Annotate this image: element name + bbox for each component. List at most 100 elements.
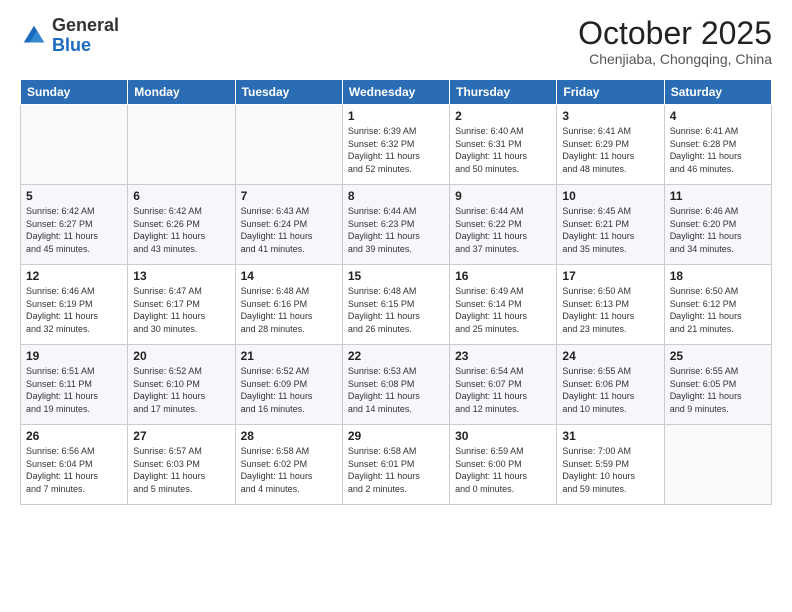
calendar-day-header: Monday bbox=[128, 80, 235, 105]
day-info: Sunrise: 6:41 AMSunset: 6:29 PMDaylight:… bbox=[562, 125, 658, 175]
logo-text: General Blue bbox=[52, 16, 119, 56]
calendar-day-header: Wednesday bbox=[342, 80, 449, 105]
calendar-cell: 7 Sunrise: 6:43 AMSunset: 6:24 PMDaylight… bbox=[235, 185, 342, 265]
logo-general: General bbox=[52, 16, 119, 36]
day-number: 27 bbox=[133, 429, 229, 443]
day-info: Sunrise: 6:44 AMSunset: 6:22 PMDaylight:… bbox=[455, 205, 551, 255]
day-info: Sunrise: 6:53 AMSunset: 6:08 PMDaylight:… bbox=[348, 365, 444, 415]
day-info: Sunrise: 6:52 AMSunset: 6:10 PMDaylight:… bbox=[133, 365, 229, 415]
calendar-cell: 29 Sunrise: 6:58 AMSunset: 6:01 PMDayligh… bbox=[342, 425, 449, 505]
day-info: Sunrise: 6:46 AMSunset: 6:19 PMDaylight:… bbox=[26, 285, 122, 335]
calendar-cell: 21 Sunrise: 6:52 AMSunset: 6:09 PMDayligh… bbox=[235, 345, 342, 425]
calendar-cell bbox=[664, 425, 771, 505]
day-number: 11 bbox=[670, 189, 766, 203]
calendar-week-row: 12 Sunrise: 6:46 AMSunset: 6:19 PMDayligh… bbox=[21, 265, 772, 345]
calendar-cell: 5 Sunrise: 6:42 AMSunset: 6:27 PMDaylight… bbox=[21, 185, 128, 265]
calendar-cell bbox=[235, 105, 342, 185]
calendar-cell: 10 Sunrise: 6:45 AMSunset: 6:21 PMDayligh… bbox=[557, 185, 664, 265]
calendar-header-row: SundayMondayTuesdayWednesdayThursdayFrid… bbox=[21, 80, 772, 105]
day-info: Sunrise: 6:50 AMSunset: 6:12 PMDaylight:… bbox=[670, 285, 766, 335]
day-number: 9 bbox=[455, 189, 551, 203]
day-info: Sunrise: 6:43 AMSunset: 6:24 PMDaylight:… bbox=[241, 205, 337, 255]
day-number: 6 bbox=[133, 189, 229, 203]
header: General Blue October 2025 Chenjiaba, Cho… bbox=[20, 16, 772, 67]
day-info: Sunrise: 6:57 AMSunset: 6:03 PMDaylight:… bbox=[133, 445, 229, 495]
calendar-day-header: Thursday bbox=[450, 80, 557, 105]
day-number: 2 bbox=[455, 109, 551, 123]
calendar-day-header: Saturday bbox=[664, 80, 771, 105]
day-info: Sunrise: 6:58 AMSunset: 6:01 PMDaylight:… bbox=[348, 445, 444, 495]
day-number: 18 bbox=[670, 269, 766, 283]
day-number: 24 bbox=[562, 349, 658, 363]
day-info: Sunrise: 6:50 AMSunset: 6:13 PMDaylight:… bbox=[562, 285, 658, 335]
day-info: Sunrise: 7:00 AMSunset: 5:59 PMDaylight:… bbox=[562, 445, 658, 495]
day-info: Sunrise: 6:59 AMSunset: 6:00 PMDaylight:… bbox=[455, 445, 551, 495]
day-number: 4 bbox=[670, 109, 766, 123]
day-info: Sunrise: 6:42 AMSunset: 6:27 PMDaylight:… bbox=[26, 205, 122, 255]
day-info: Sunrise: 6:55 AMSunset: 6:06 PMDaylight:… bbox=[562, 365, 658, 415]
calendar-cell: 18 Sunrise: 6:50 AMSunset: 6:12 PMDayligh… bbox=[664, 265, 771, 345]
logo: General Blue bbox=[20, 16, 119, 56]
day-info: Sunrise: 6:49 AMSunset: 6:14 PMDaylight:… bbox=[455, 285, 551, 335]
calendar-cell: 16 Sunrise: 6:49 AMSunset: 6:14 PMDayligh… bbox=[450, 265, 557, 345]
day-number: 12 bbox=[26, 269, 122, 283]
day-number: 13 bbox=[133, 269, 229, 283]
day-number: 15 bbox=[348, 269, 444, 283]
calendar-cell: 12 Sunrise: 6:46 AMSunset: 6:19 PMDayligh… bbox=[21, 265, 128, 345]
calendar-cell: 30 Sunrise: 6:59 AMSunset: 6:00 PMDayligh… bbox=[450, 425, 557, 505]
day-number: 7 bbox=[241, 189, 337, 203]
calendar-cell: 26Sunrise: 6:56 AMSunset: 6:04 PMDayligh… bbox=[21, 425, 128, 505]
calendar-cell: 20 Sunrise: 6:52 AMSunset: 6:10 PMDayligh… bbox=[128, 345, 235, 425]
day-number: 19 bbox=[26, 349, 122, 363]
calendar-week-row: 26Sunrise: 6:56 AMSunset: 6:04 PMDayligh… bbox=[21, 425, 772, 505]
day-number: 14 bbox=[241, 269, 337, 283]
month-title: October 2025 bbox=[578, 16, 772, 51]
calendar-week-row: 19Sunrise: 6:51 AMSunset: 6:11 PMDayligh… bbox=[21, 345, 772, 425]
calendar-cell: 8Sunrise: 6:44 AMSunset: 6:23 PMDaylight… bbox=[342, 185, 449, 265]
day-number: 16 bbox=[455, 269, 551, 283]
day-number: 8 bbox=[348, 189, 444, 203]
calendar-cell: 17 Sunrise: 6:50 AMSunset: 6:13 PMDayligh… bbox=[557, 265, 664, 345]
calendar-cell: 3 Sunrise: 6:41 AMSunset: 6:29 PMDaylight… bbox=[557, 105, 664, 185]
day-info: Sunrise: 6:54 AMSunset: 6:07 PMDaylight:… bbox=[455, 365, 551, 415]
calendar-week-row: 1Sunrise: 6:39 AMSunset: 6:32 PMDaylight… bbox=[21, 105, 772, 185]
day-number: 5 bbox=[26, 189, 122, 203]
day-number: 26 bbox=[26, 429, 122, 443]
calendar-cell: 25 Sunrise: 6:55 AMSunset: 6:05 PMDayligh… bbox=[664, 345, 771, 425]
day-number: 20 bbox=[133, 349, 229, 363]
calendar-cell bbox=[128, 105, 235, 185]
day-info: Sunrise: 6:58 AMSunset: 6:02 PMDaylight:… bbox=[241, 445, 337, 495]
location: Chenjiaba, Chongqing, China bbox=[578, 51, 772, 67]
day-info: Sunrise: 6:41 AMSunset: 6:28 PMDaylight:… bbox=[670, 125, 766, 175]
day-info: Sunrise: 6:52 AMSunset: 6:09 PMDaylight:… bbox=[241, 365, 337, 415]
calendar-cell: 15 Sunrise: 6:48 AMSunset: 6:15 PMDayligh… bbox=[342, 265, 449, 345]
calendar-day-header: Tuesday bbox=[235, 80, 342, 105]
day-number: 10 bbox=[562, 189, 658, 203]
calendar: SundayMondayTuesdayWednesdayThursdayFrid… bbox=[20, 79, 772, 505]
day-info: Sunrise: 6:55 AMSunset: 6:05 PMDaylight:… bbox=[670, 365, 766, 415]
calendar-day-header: Sunday bbox=[21, 80, 128, 105]
calendar-day-header: Friday bbox=[557, 80, 664, 105]
day-number: 30 bbox=[455, 429, 551, 443]
day-number: 29 bbox=[348, 429, 444, 443]
calendar-cell: 11Sunrise: 6:46 AMSunset: 6:20 PMDayligh… bbox=[664, 185, 771, 265]
day-number: 3 bbox=[562, 109, 658, 123]
calendar-cell: 1Sunrise: 6:39 AMSunset: 6:32 PMDaylight… bbox=[342, 105, 449, 185]
calendar-cell: 9 Sunrise: 6:44 AMSunset: 6:22 PMDaylight… bbox=[450, 185, 557, 265]
page: General Blue October 2025 Chenjiaba, Cho… bbox=[0, 0, 792, 521]
day-number: 25 bbox=[670, 349, 766, 363]
logo-blue: Blue bbox=[52, 36, 119, 56]
calendar-cell: 4 Sunrise: 6:41 AMSunset: 6:28 PMDaylight… bbox=[664, 105, 771, 185]
day-info: Sunrise: 6:39 AMSunset: 6:32 PMDaylight:… bbox=[348, 125, 444, 175]
day-number: 28 bbox=[241, 429, 337, 443]
calendar-cell bbox=[21, 105, 128, 185]
day-number: 23 bbox=[455, 349, 551, 363]
calendar-cell: 24 Sunrise: 6:55 AMSunset: 6:06 PMDayligh… bbox=[557, 345, 664, 425]
day-number: 17 bbox=[562, 269, 658, 283]
day-info: Sunrise: 6:48 AMSunset: 6:15 PMDaylight:… bbox=[348, 285, 444, 335]
calendar-cell: 31Sunrise: 7:00 AMSunset: 5:59 PMDayligh… bbox=[557, 425, 664, 505]
calendar-cell: 14Sunrise: 6:48 AMSunset: 6:16 PMDayligh… bbox=[235, 265, 342, 345]
calendar-cell: 6Sunrise: 6:42 AMSunset: 6:26 PMDaylight… bbox=[128, 185, 235, 265]
day-info: Sunrise: 6:45 AMSunset: 6:21 PMDaylight:… bbox=[562, 205, 658, 255]
day-number: 21 bbox=[241, 349, 337, 363]
